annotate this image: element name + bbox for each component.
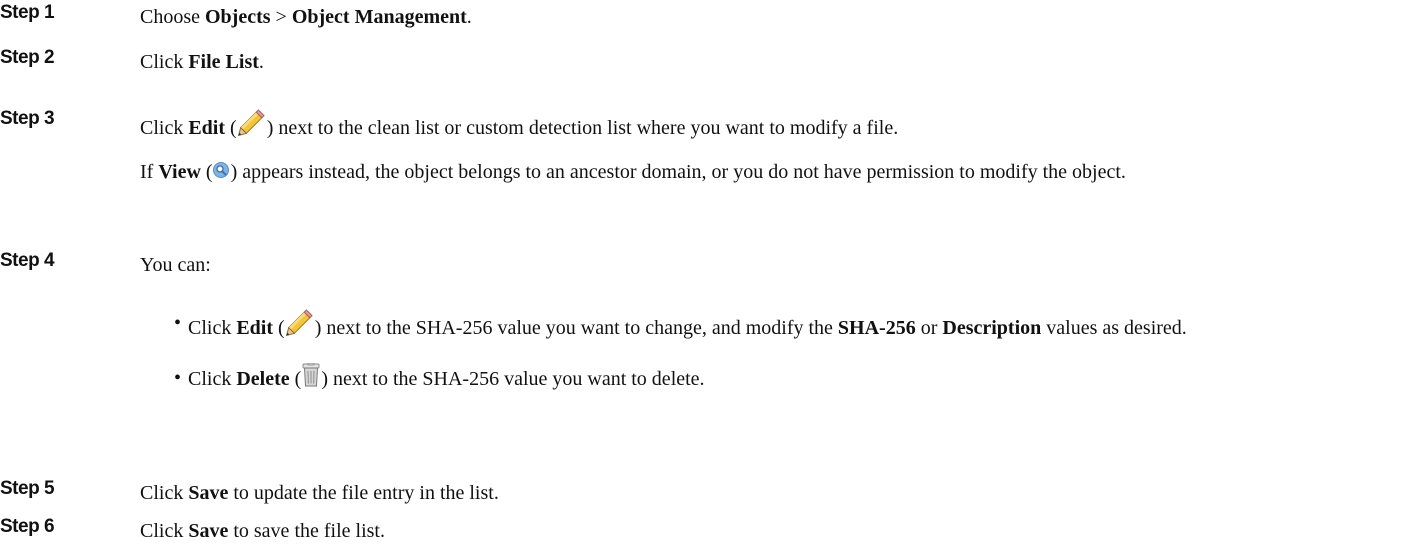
text: > [270,6,292,28]
text: Click [140,117,189,139]
step-label: Step 6 [0,516,55,537]
text: to save the file list. [228,520,385,542]
step-note: If View ( ) appears instead, the object b… [140,157,1390,189]
step-text: Click Save to update the file entry in t… [140,478,1390,508]
magnifier-view-icon [212,159,231,189]
save-label: Save [188,520,229,542]
step-body: You can: • Click Edit ( ) next to the SHA… [140,250,1390,396]
trash-delete-icon [301,362,321,396]
step-body: Choose Objects > Object Management. [140,2,1390,32]
text: Choose [140,6,205,28]
step-body: Click Save to save the file list. [140,516,1390,546]
bullet: • [174,367,182,389]
step-label: Step 3 [0,108,55,129]
step-label: Step 4 [0,250,55,271]
step-label: Step 1 [0,2,55,23]
save-label: Save [188,482,229,504]
text: ( [225,117,237,139]
menu-objects: Objects [205,6,271,28]
text: ( [200,161,213,183]
sha256-label: SHA-256 [837,317,916,339]
delete-label: Delete [236,368,290,390]
step-text: Click Edit ( ) next to the clean list or … [140,108,1390,145]
text: ) next to the SHA-256 value you want to … [321,368,705,390]
procedure-page: { "steps": [ { "label": "Step 1", "text_… [0,0,1410,546]
view-label: View [158,161,201,183]
text: or [915,317,943,339]
step-text: Click Save to save the file list. [140,516,1390,546]
edit-label: Edit [236,317,274,339]
description-label: Description [942,317,1042,339]
menu-object-management: Object Management [291,6,467,28]
text: . [466,6,472,28]
text: Click [140,51,189,73]
pencil-edit-icon [237,108,267,145]
list-item: • Click Edit ( ) next to the SHA-256 valu… [140,308,1390,345]
text: ) next to the clean list or custom detec… [266,117,899,139]
step-body: Click Edit ( ) next to the clean list or … [140,108,1390,189]
file-list-link: File List [188,51,259,73]
pencil-edit-icon [285,308,315,345]
edit-label: Edit [188,117,226,139]
step-body: Click File List. [140,47,1390,77]
text: ) next to the SHA-256 value you want to … [314,317,838,339]
step-intro: You can: [140,254,211,276]
step-body: Click Save to update the file entry in t… [140,478,1390,508]
text: Click [140,520,189,542]
text: values as desired. [1041,317,1187,339]
text: to update the file entry in the list. [228,482,499,504]
text: ( [289,368,302,390]
text: Click [188,368,237,390]
text: ( [273,317,285,339]
step-text: Choose Objects > Object Management. [140,2,1390,32]
text: . [258,51,264,73]
text: If [140,161,159,183]
step-label: Step 5 [0,478,55,499]
text: Click [140,482,189,504]
list-item: • Click Delete ( ) next to the SHA-256 va… [140,362,1390,396]
text: Click [188,317,237,339]
bullet-list: • Click Edit ( ) next to the SHA-256 valu… [140,308,1390,396]
text: ) appears instead, the object belongs to… [230,161,1126,183]
step-text: Click File List. [140,47,1390,77]
bullet: • [174,312,182,334]
step-label: Step 2 [0,47,55,68]
